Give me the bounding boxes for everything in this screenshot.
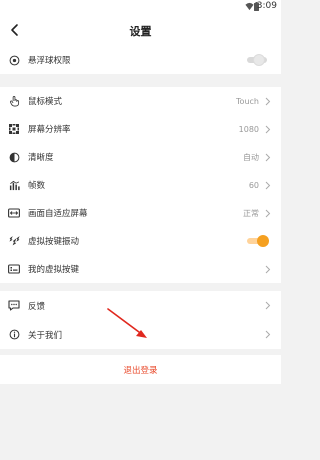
info-icon	[8, 329, 20, 341]
floating-ball-row[interactable]: 悬浮球权限	[0, 46, 281, 74]
settings-screen: 3:09 设置 悬浮球权限 鼠标模式 Touch 屏幕分辨率 1080 清晰度 …	[0, 0, 281, 460]
floating-ball-toggle[interactable]	[247, 54, 269, 66]
touch-hand-icon	[8, 95, 20, 107]
mouse-mode-label: 鼠标模式	[28, 97, 63, 107]
resolution-value: 1080	[238, 124, 259, 134]
vibration-label: 虚拟按键振动	[28, 237, 80, 247]
status-bar: 3:09	[0, 0, 281, 14]
info-group: 反馈 关于我们	[0, 291, 281, 349]
page-title: 设置	[129, 25, 152, 38]
chevron-right-icon	[265, 153, 271, 161]
resolution-label: 屏幕分辨率	[28, 125, 71, 135]
settings-row-mouse-mode[interactable]: 鼠标模式 Touch	[0, 87, 281, 115]
chevron-right-icon	[265, 209, 271, 217]
adaptive-screen-value: 正常	[243, 208, 259, 218]
section-gap	[0, 283, 281, 291]
floating-ball-label: 悬浮球权限	[28, 56, 71, 66]
chevron-right-icon	[265, 330, 271, 339]
mouse-mode-value: Touch	[236, 96, 259, 106]
my-keys-label: 我的虚拟按键	[28, 265, 80, 275]
vibration-toggle[interactable]	[247, 235, 269, 247]
wifi-icon	[245, 2, 254, 11]
fps-icon	[8, 179, 20, 191]
target-icon	[8, 54, 20, 66]
chat-icon	[8, 300, 20, 312]
chevron-right-icon	[265, 97, 271, 105]
vibration-icon	[8, 235, 20, 247]
floating-ball-group: 悬浮球权限	[0, 46, 281, 74]
settings-row-feedback[interactable]: 反馈	[0, 291, 281, 320]
settings-row-vibration[interactable]: 虚拟按键振动	[0, 227, 281, 255]
resolution-grid-icon	[8, 123, 20, 135]
chevron-right-icon	[265, 125, 271, 133]
chevron-right-icon	[265, 301, 271, 310]
settings-row-fps[interactable]: 帧数 60	[0, 171, 281, 199]
fps-value: 60	[248, 180, 259, 190]
status-time: 3:09	[256, 1, 277, 11]
chevron-right-icon	[265, 181, 271, 189]
settings-row-about[interactable]: 关于我们	[0, 320, 281, 349]
clarity-value: 自动	[243, 152, 259, 162]
about-label: 关于我们	[28, 330, 63, 341]
display-settings-group: 鼠标模式 Touch 屏幕分辨率 1080 清晰度 自动 帧数 60 画面自适应…	[0, 87, 281, 283]
contrast-icon	[8, 151, 20, 163]
logout-button[interactable]: 退出登录	[0, 355, 281, 384]
settings-row-my-keys[interactable]: 我的虚拟按键	[0, 255, 281, 283]
section-gap	[0, 74, 281, 87]
header: 设置	[0, 14, 281, 46]
keyboard-icon	[8, 263, 20, 275]
aspect-ratio-icon	[8, 207, 20, 219]
feedback-label: 反馈	[28, 301, 46, 312]
settings-row-resolution[interactable]: 屏幕分辨率 1080	[0, 115, 281, 143]
clarity-label: 清晰度	[28, 153, 54, 163]
chevron-right-icon	[265, 265, 271, 273]
settings-row-clarity[interactable]: 清晰度 自动	[0, 143, 281, 171]
settings-row-adaptive-screen[interactable]: 画面自适应屏幕 正常	[0, 199, 281, 227]
fps-label: 帧数	[28, 181, 46, 191]
adaptive-screen-label: 画面自适应屏幕	[28, 209, 88, 219]
